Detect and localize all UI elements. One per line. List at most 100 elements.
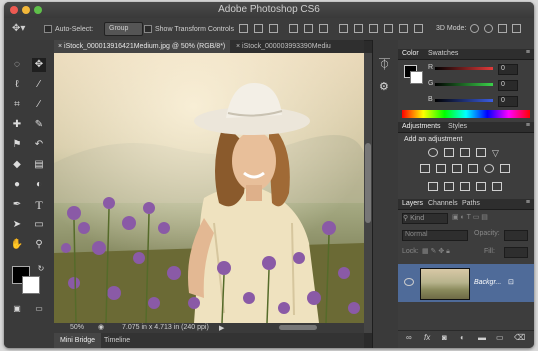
tab-paths[interactable]: Paths xyxy=(462,200,480,207)
align-bottom-icon[interactable] xyxy=(269,24,278,33)
auto-select-checkbox[interactable]: Auto-Select: xyxy=(44,25,93,33)
3d-rotate-icon[interactable] xyxy=(470,24,479,33)
gradient-map-icon[interactable] xyxy=(492,182,502,191)
align-vcenter-icon[interactable] xyxy=(254,24,263,33)
show-transform-checkbox[interactable]: Show Transform Controls xyxy=(144,25,234,33)
layer-kind-filter[interactable]: ⚲ Kind xyxy=(402,213,448,224)
distribute-left-icon[interactable] xyxy=(384,24,393,33)
tab-channels[interactable]: Channels xyxy=(428,200,458,207)
color-balance-icon[interactable] xyxy=(452,164,462,173)
layer-row-background[interactable]: Backgr... ⊡ xyxy=(398,264,534,302)
panel-menu-icon[interactable]: ≡ xyxy=(526,122,530,129)
invert-icon[interactable] xyxy=(428,182,438,191)
align-left-icon[interactable] xyxy=(289,24,298,33)
tab-styles[interactable]: Styles xyxy=(448,123,467,130)
curves-icon[interactable] xyxy=(460,148,470,157)
hand-tool-icon[interactable]: ✋ xyxy=(10,238,24,252)
tab-mini-bridge[interactable]: Mini Bridge xyxy=(54,333,102,348)
3d-roll-icon[interactable] xyxy=(484,24,493,33)
opacity-field[interactable] xyxy=(504,230,528,241)
delete-layer-icon[interactable]: ⌫ xyxy=(514,333,525,342)
new-layer-icon[interactable]: ▭ xyxy=(496,333,504,342)
brightness-contrast-icon[interactable] xyxy=(428,148,438,157)
status-arrow-icon[interactable]: ▶ xyxy=(219,324,224,332)
tab-timeline[interactable]: Timeline xyxy=(104,333,130,348)
layer-visibility-eye-icon[interactable] xyxy=(404,278,414,286)
document-tab[interactable]: × iStock_000003993390Mediu xyxy=(232,40,364,53)
marquee-tool-icon[interactable]: ◌ xyxy=(10,58,24,72)
auto-select-dropdown[interactable]: Group xyxy=(104,22,144,36)
shape-tool-icon[interactable]: ▭ xyxy=(32,218,46,232)
blue-channel-slider[interactable] xyxy=(435,99,493,102)
tab-layers[interactable]: Layers xyxy=(402,200,423,207)
filter-pixel-icon[interactable]: ▣ ◐ T ▭ ▤ xyxy=(452,213,488,221)
color-spectrum-ramp[interactable] xyxy=(402,110,530,118)
layer-mask-icon[interactable]: ◙ xyxy=(442,333,447,342)
3d-slide-icon[interactable] xyxy=(512,24,521,33)
3d-pan-icon[interactable] xyxy=(498,24,507,33)
document-tab-active[interactable]: × iStock_000013916421Medium.jpg @ 50% (R… xyxy=(54,40,230,53)
distribute-hcenter-icon[interactable] xyxy=(399,24,408,33)
blur-tool-icon[interactable]: ● xyxy=(10,178,24,192)
history-brush-tool-icon[interactable]: ↶ xyxy=(32,138,46,152)
crop-tool-icon[interactable]: ⌗ xyxy=(10,98,24,112)
type-tool-icon[interactable]: T xyxy=(32,198,46,212)
panel-menu-icon[interactable]: ≡ xyxy=(526,199,530,206)
distribute-top-icon[interactable] xyxy=(339,24,348,33)
history-panel-icon[interactable]: ⏁ xyxy=(379,56,390,72)
quick-select-tool-icon[interactable]: ⁄ xyxy=(32,78,46,92)
move-tool-preset-icon[interactable]: ✥▾ xyxy=(12,23,25,34)
tab-adjustments[interactable]: Adjustments xyxy=(402,123,441,130)
posterize-icon[interactable] xyxy=(444,182,454,191)
path-select-tool-icon[interactable]: ➤ xyxy=(10,218,24,232)
new-group-icon[interactable]: ▬ xyxy=(478,333,486,342)
brush-tool-icon[interactable]: ✎ xyxy=(32,118,46,132)
status-menu-icon[interactable]: ◉ xyxy=(98,323,104,331)
gradient-tool-icon[interactable]: ▤ xyxy=(32,158,46,172)
tab-color[interactable]: Color xyxy=(402,50,419,57)
distribute-bottom-icon[interactable] xyxy=(369,24,378,33)
fill-field[interactable] xyxy=(504,247,528,258)
background-color-swatch[interactable] xyxy=(22,276,40,294)
exposure-icon[interactable] xyxy=(476,148,486,157)
eraser-tool-icon[interactable]: ◆ xyxy=(10,158,24,172)
photo-filter-icon[interactable] xyxy=(484,164,494,173)
tab-swatches[interactable]: Swatches xyxy=(428,50,458,57)
blue-value-field[interactable]: 0 xyxy=(498,96,518,107)
black-white-icon[interactable] xyxy=(468,164,478,173)
blend-mode-dropdown[interactable]: Normal xyxy=(402,230,468,241)
green-channel-slider[interactable] xyxy=(435,83,493,86)
lasso-tool-icon[interactable]: ℓ xyxy=(10,78,24,92)
selective-color-icon[interactable] xyxy=(476,182,486,191)
properties-panel-icon[interactable]: ⚙ xyxy=(379,80,389,93)
screen-mode-icon[interactable]: ▭ xyxy=(32,302,46,316)
move-tool-icon[interactable]: ✥ xyxy=(32,58,46,72)
channel-mixer-icon[interactable] xyxy=(500,164,510,173)
layer-style-icon[interactable]: fx xyxy=(424,333,430,342)
adjustment-layer-icon[interactable]: ◐ xyxy=(460,333,465,342)
document-canvas[interactable] xyxy=(54,53,364,323)
threshold-icon[interactable] xyxy=(460,182,470,191)
eyedropper-tool-icon[interactable]: ∕ xyxy=(32,98,46,112)
link-layers-icon[interactable]: ∞ xyxy=(406,333,412,342)
swap-colors-icon[interactable]: ↻ xyxy=(34,262,48,276)
align-top-icon[interactable] xyxy=(239,24,248,33)
distribute-right-icon[interactable] xyxy=(414,24,423,33)
distribute-vcenter-icon[interactable] xyxy=(354,24,363,33)
levels-icon[interactable] xyxy=(444,148,454,157)
horizontal-scrollbar-thumb[interactable] xyxy=(279,325,317,330)
dodge-tool-icon[interactable]: ◐ xyxy=(32,178,46,192)
vibrance-icon[interactable] xyxy=(420,164,430,173)
zoom-level[interactable]: 50% xyxy=(70,324,84,331)
lock-icons[interactable]: ▦ ✎ ✥ 🔒︎ xyxy=(422,247,450,256)
panel-menu-icon[interactable]: ≡ xyxy=(526,49,530,56)
zoom-tool-icon[interactable]: ⚲ xyxy=(32,238,46,252)
red-value-field[interactable]: 0 xyxy=(498,64,518,75)
layer-name[interactable]: Backgr... xyxy=(474,279,501,286)
red-channel-slider[interactable] xyxy=(435,67,493,70)
quick-mask-icon[interactable]: ▣ xyxy=(10,302,24,316)
bg-color-chip[interactable] xyxy=(410,71,423,84)
scrollbar-thumb[interactable] xyxy=(365,143,371,223)
pen-tool-icon[interactable]: ✒ xyxy=(10,198,24,212)
green-value-field[interactable]: 0 xyxy=(498,80,518,91)
